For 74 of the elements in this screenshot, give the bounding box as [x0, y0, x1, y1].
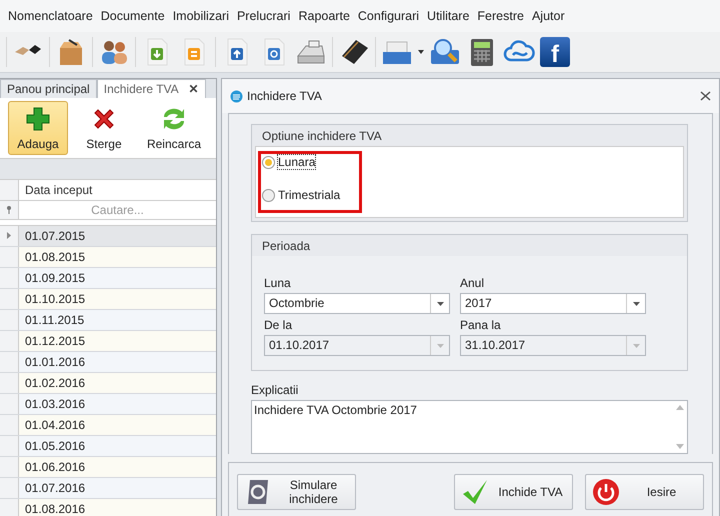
row-indicator-cell[interactable]	[0, 288, 19, 309]
table-cell[interactable]: 01.08.2016	[19, 498, 216, 516]
action-button[interactable]: Simulare inchidere	[237, 474, 356, 510]
table-cell[interactable]: 01.07.2015	[19, 226, 216, 246]
column-header[interactable]: Data inceput	[19, 180, 98, 200]
table-cell[interactable]: 01.08.2015	[19, 246, 216, 267]
table-cell[interactable]: 01.11.2015	[19, 310, 216, 330]
dropdown[interactable]: 2017	[460, 293, 646, 314]
scroll-up-icon[interactable]	[676, 405, 684, 410]
row-indicator-cell[interactable]	[0, 436, 19, 456]
field-label: Anul	[460, 275, 486, 292]
field-label: Pana la	[460, 317, 502, 334]
ribbon-button[interactable]: Adauga	[8, 101, 68, 155]
row-indicator-cell[interactable]	[0, 310, 19, 330]
row-indicator-cell[interactable]	[0, 246, 19, 267]
menu-item[interactable]: Utilitare	[423, 9, 474, 23]
table-cell[interactable]: 01.12.2015	[19, 330, 216, 351]
radio-circle[interactable]	[262, 156, 275, 168]
group-title: Optiune inchidere TVA	[261, 128, 383, 145]
table-cell[interactable]: 01.10.2015	[19, 288, 216, 309]
caret-icon[interactable]	[632, 302, 640, 306]
table-cell[interactable]: 01.05.2016	[19, 436, 216, 456]
menu-item[interactable]: Ferestre	[473, 9, 528, 23]
pin-icon	[6, 206, 12, 214]
menu-item[interactable]: Configurari	[354, 9, 424, 23]
plus-icon	[24, 105, 52, 134]
table-cell[interactable]: 01.06.2016	[19, 456, 216, 477]
power-icon	[592, 478, 620, 506]
ribbon-button[interactable]: Sterge	[74, 101, 134, 155]
tab[interactable]: Panou principal	[0, 79, 97, 98]
caret-icon[interactable]	[418, 50, 424, 54]
dropdown[interactable]: Octombrie	[264, 293, 450, 314]
row-indicator-cell[interactable]	[0, 456, 19, 477]
row-indicator-cell[interactable]	[0, 478, 19, 498]
row-indicator-cell[interactable]	[0, 394, 19, 414]
table-cell[interactable]: 01.03.2016	[19, 394, 216, 414]
caret-icon[interactable]	[436, 302, 444, 306]
row-indicator-cell[interactable]	[0, 268, 19, 288]
table-cell[interactable]: 01.02.2016	[19, 372, 216, 393]
close-icon[interactable]: ✕	[188, 82, 199, 96]
row-indicator-cell[interactable]	[0, 414, 19, 435]
row-indicator-cell[interactable]	[0, 226, 19, 246]
menu-item[interactable]: Nomenclatoare	[4, 9, 97, 23]
row-indicator-cell[interactable]	[0, 372, 19, 393]
action-button[interactable]: Inchide TVA	[454, 474, 573, 510]
radio-option[interactable]: Lunara	[262, 155, 316, 169]
app-icon	[230, 90, 243, 102]
row-indicator-cell[interactable]	[0, 330, 19, 351]
field-label: Explicatii	[251, 382, 300, 399]
checkmark-icon	[461, 478, 489, 506]
close-icon[interactable]	[700, 91, 711, 101]
field-label: De la	[264, 317, 294, 334]
row-indicator-cell[interactable]	[0, 498, 19, 516]
row-indicator-cell[interactable]	[0, 352, 19, 372]
dialog-title: Inchidere TVA	[247, 89, 323, 103]
text-area[interactable]: Inchidere TVA Octombrie 2017	[251, 400, 688, 454]
table-cell[interactable]: 01.09.2015	[19, 268, 216, 288]
radio-circle[interactable]	[262, 188, 275, 202]
tab[interactable]: Inchidere TVA ✕	[96, 79, 206, 98]
radio-option[interactable]: Trimestriala	[262, 188, 340, 202]
menu-item[interactable]: Documente	[96, 9, 169, 23]
menu-item[interactable]: Rapoarte	[294, 9, 354, 23]
action-button[interactable]: Iesire	[585, 474, 704, 510]
menu-item[interactable]: Ajutor	[528, 9, 569, 23]
table-cell[interactable]: 01.07.2016	[19, 478, 216, 498]
field-label: Luna	[264, 275, 292, 292]
menu-item[interactable]: Prelucrari	[232, 9, 294, 23]
group-title: Perioada	[261, 238, 312, 255]
table-cell[interactable]: 01.04.2016	[19, 414, 216, 435]
table-cell[interactable]: 01.01.2016	[19, 352, 216, 372]
menu-item[interactable]: Imobilizari	[168, 9, 233, 23]
social-logo[interactable]: f	[540, 37, 570, 67]
ribbon-button[interactable]: Reincarca	[140, 101, 208, 155]
scroll-down-icon[interactable]	[676, 444, 684, 449]
